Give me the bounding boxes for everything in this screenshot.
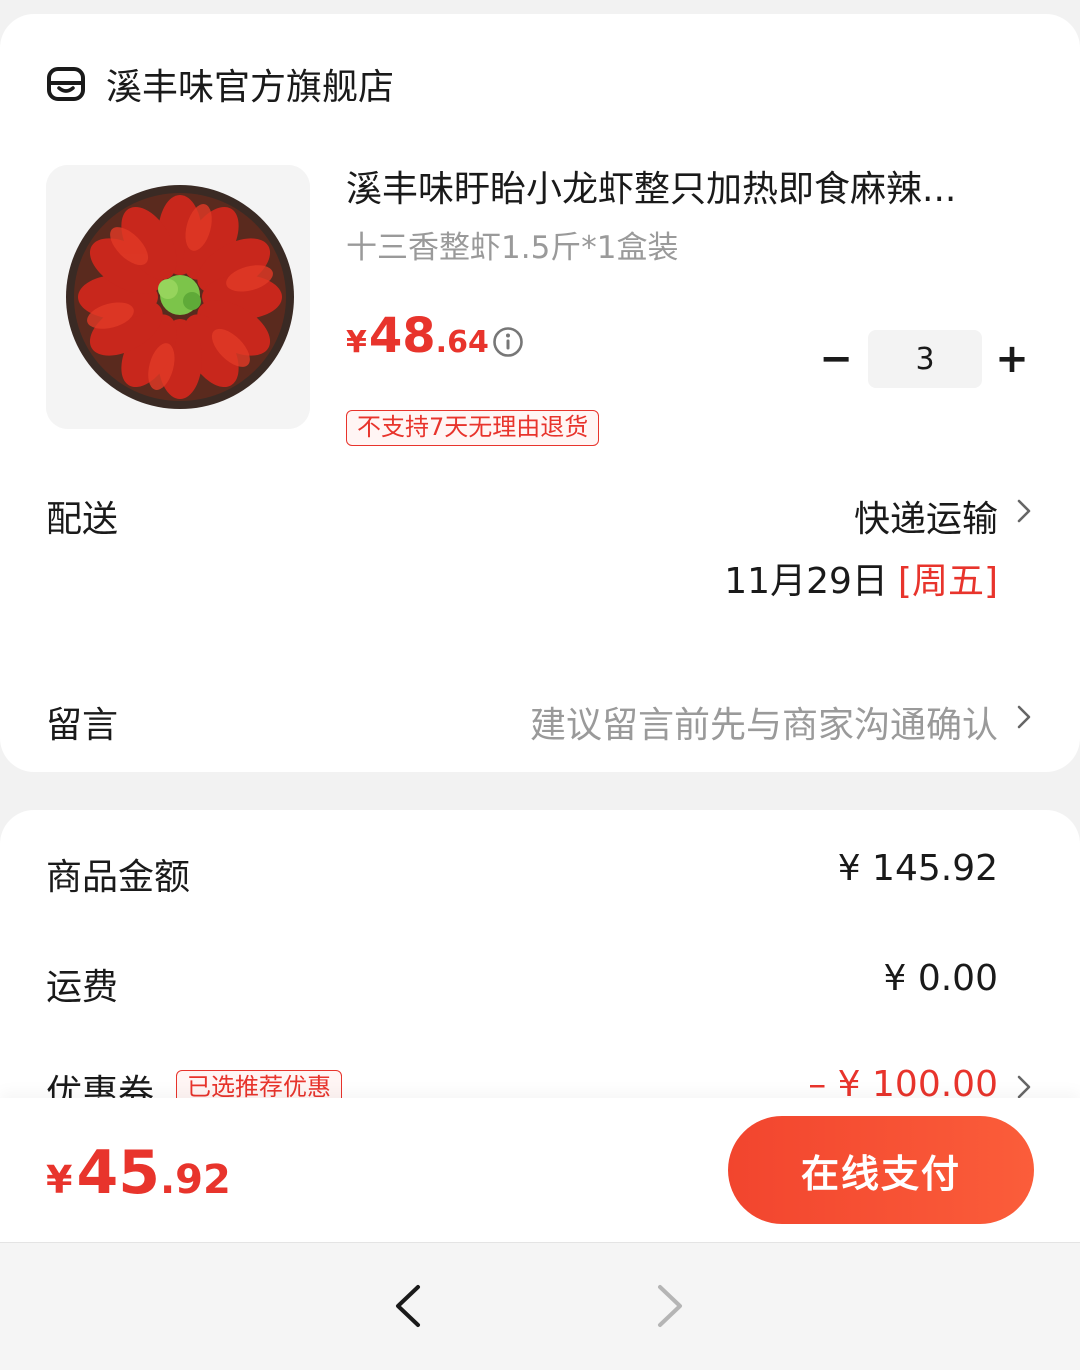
message-label: 留言 bbox=[46, 705, 119, 746]
price-integer: 48 bbox=[368, 308, 436, 364]
price-decimal: .64 bbox=[435, 325, 489, 360]
delivery-date-line: 11月29日 [周五] bbox=[724, 552, 998, 604]
product-image[interactable] bbox=[46, 165, 310, 429]
shipping-fee-label: 运费 bbox=[46, 967, 119, 1008]
goods-amount-value: ¥ 145.92 bbox=[837, 848, 998, 889]
chevron-right-icon[interactable] bbox=[650, 1281, 690, 1331]
total-price: ¥ 45 .92 bbox=[46, 1138, 231, 1208]
increase-quantity-button[interactable]: + bbox=[988, 330, 1036, 388]
chevron-right-icon[interactable] bbox=[1016, 704, 1032, 730]
pay-online-button[interactable]: 在线支付 bbox=[728, 1116, 1034, 1224]
chevron-right-icon[interactable] bbox=[1016, 498, 1032, 524]
quantity-stepper: − 3 + bbox=[812, 330, 1036, 388]
delivery-method[interactable]: 快递运输 bbox=[854, 490, 998, 542]
info-icon[interactable] bbox=[492, 326, 524, 358]
decrease-quantity-button[interactable]: − bbox=[812, 330, 860, 388]
return-policy-tag: 不支持7天无理由退货 bbox=[346, 410, 600, 446]
total-currency: ¥ bbox=[46, 1158, 73, 1202]
quantity-input[interactable]: 3 bbox=[868, 330, 982, 388]
total-integer: 45 bbox=[76, 1138, 160, 1208]
product-price: ¥ 48 .64 bbox=[346, 308, 489, 364]
shipping-fee-value: ¥ 0.00 bbox=[883, 958, 998, 999]
goods-amount-label: 商品金额 bbox=[46, 857, 191, 898]
navigation-bar bbox=[0, 1242, 1080, 1370]
total-decimal: .92 bbox=[159, 1157, 231, 1203]
message-input[interactable]: 建议留言前先与商家沟通确认 bbox=[530, 696, 998, 748]
chevron-left-icon[interactable] bbox=[388, 1281, 428, 1331]
store-icon bbox=[47, 67, 85, 101]
delivery-weekday: [周五] bbox=[897, 561, 998, 602]
price-currency: ¥ bbox=[346, 325, 367, 360]
delivery-label: 配送 bbox=[46, 499, 119, 540]
delivery-date: 11月29日 bbox=[724, 561, 888, 602]
checkout-bar: ¥ 45 .92 在线支付 bbox=[0, 1098, 1080, 1242]
product-title[interactable]: 溪丰味盱眙小龙虾整只加热即食麻辣... bbox=[346, 160, 1016, 212]
store-name: 溪丰味官方旗舰店 bbox=[106, 67, 395, 108]
product-spec[interactable]: 十三香整虾1.5斤*1盒装 bbox=[346, 222, 679, 267]
chevron-right-icon[interactable] bbox=[1016, 1074, 1032, 1100]
store-header[interactable]: 溪丰味官方旗舰店 bbox=[46, 58, 394, 110]
